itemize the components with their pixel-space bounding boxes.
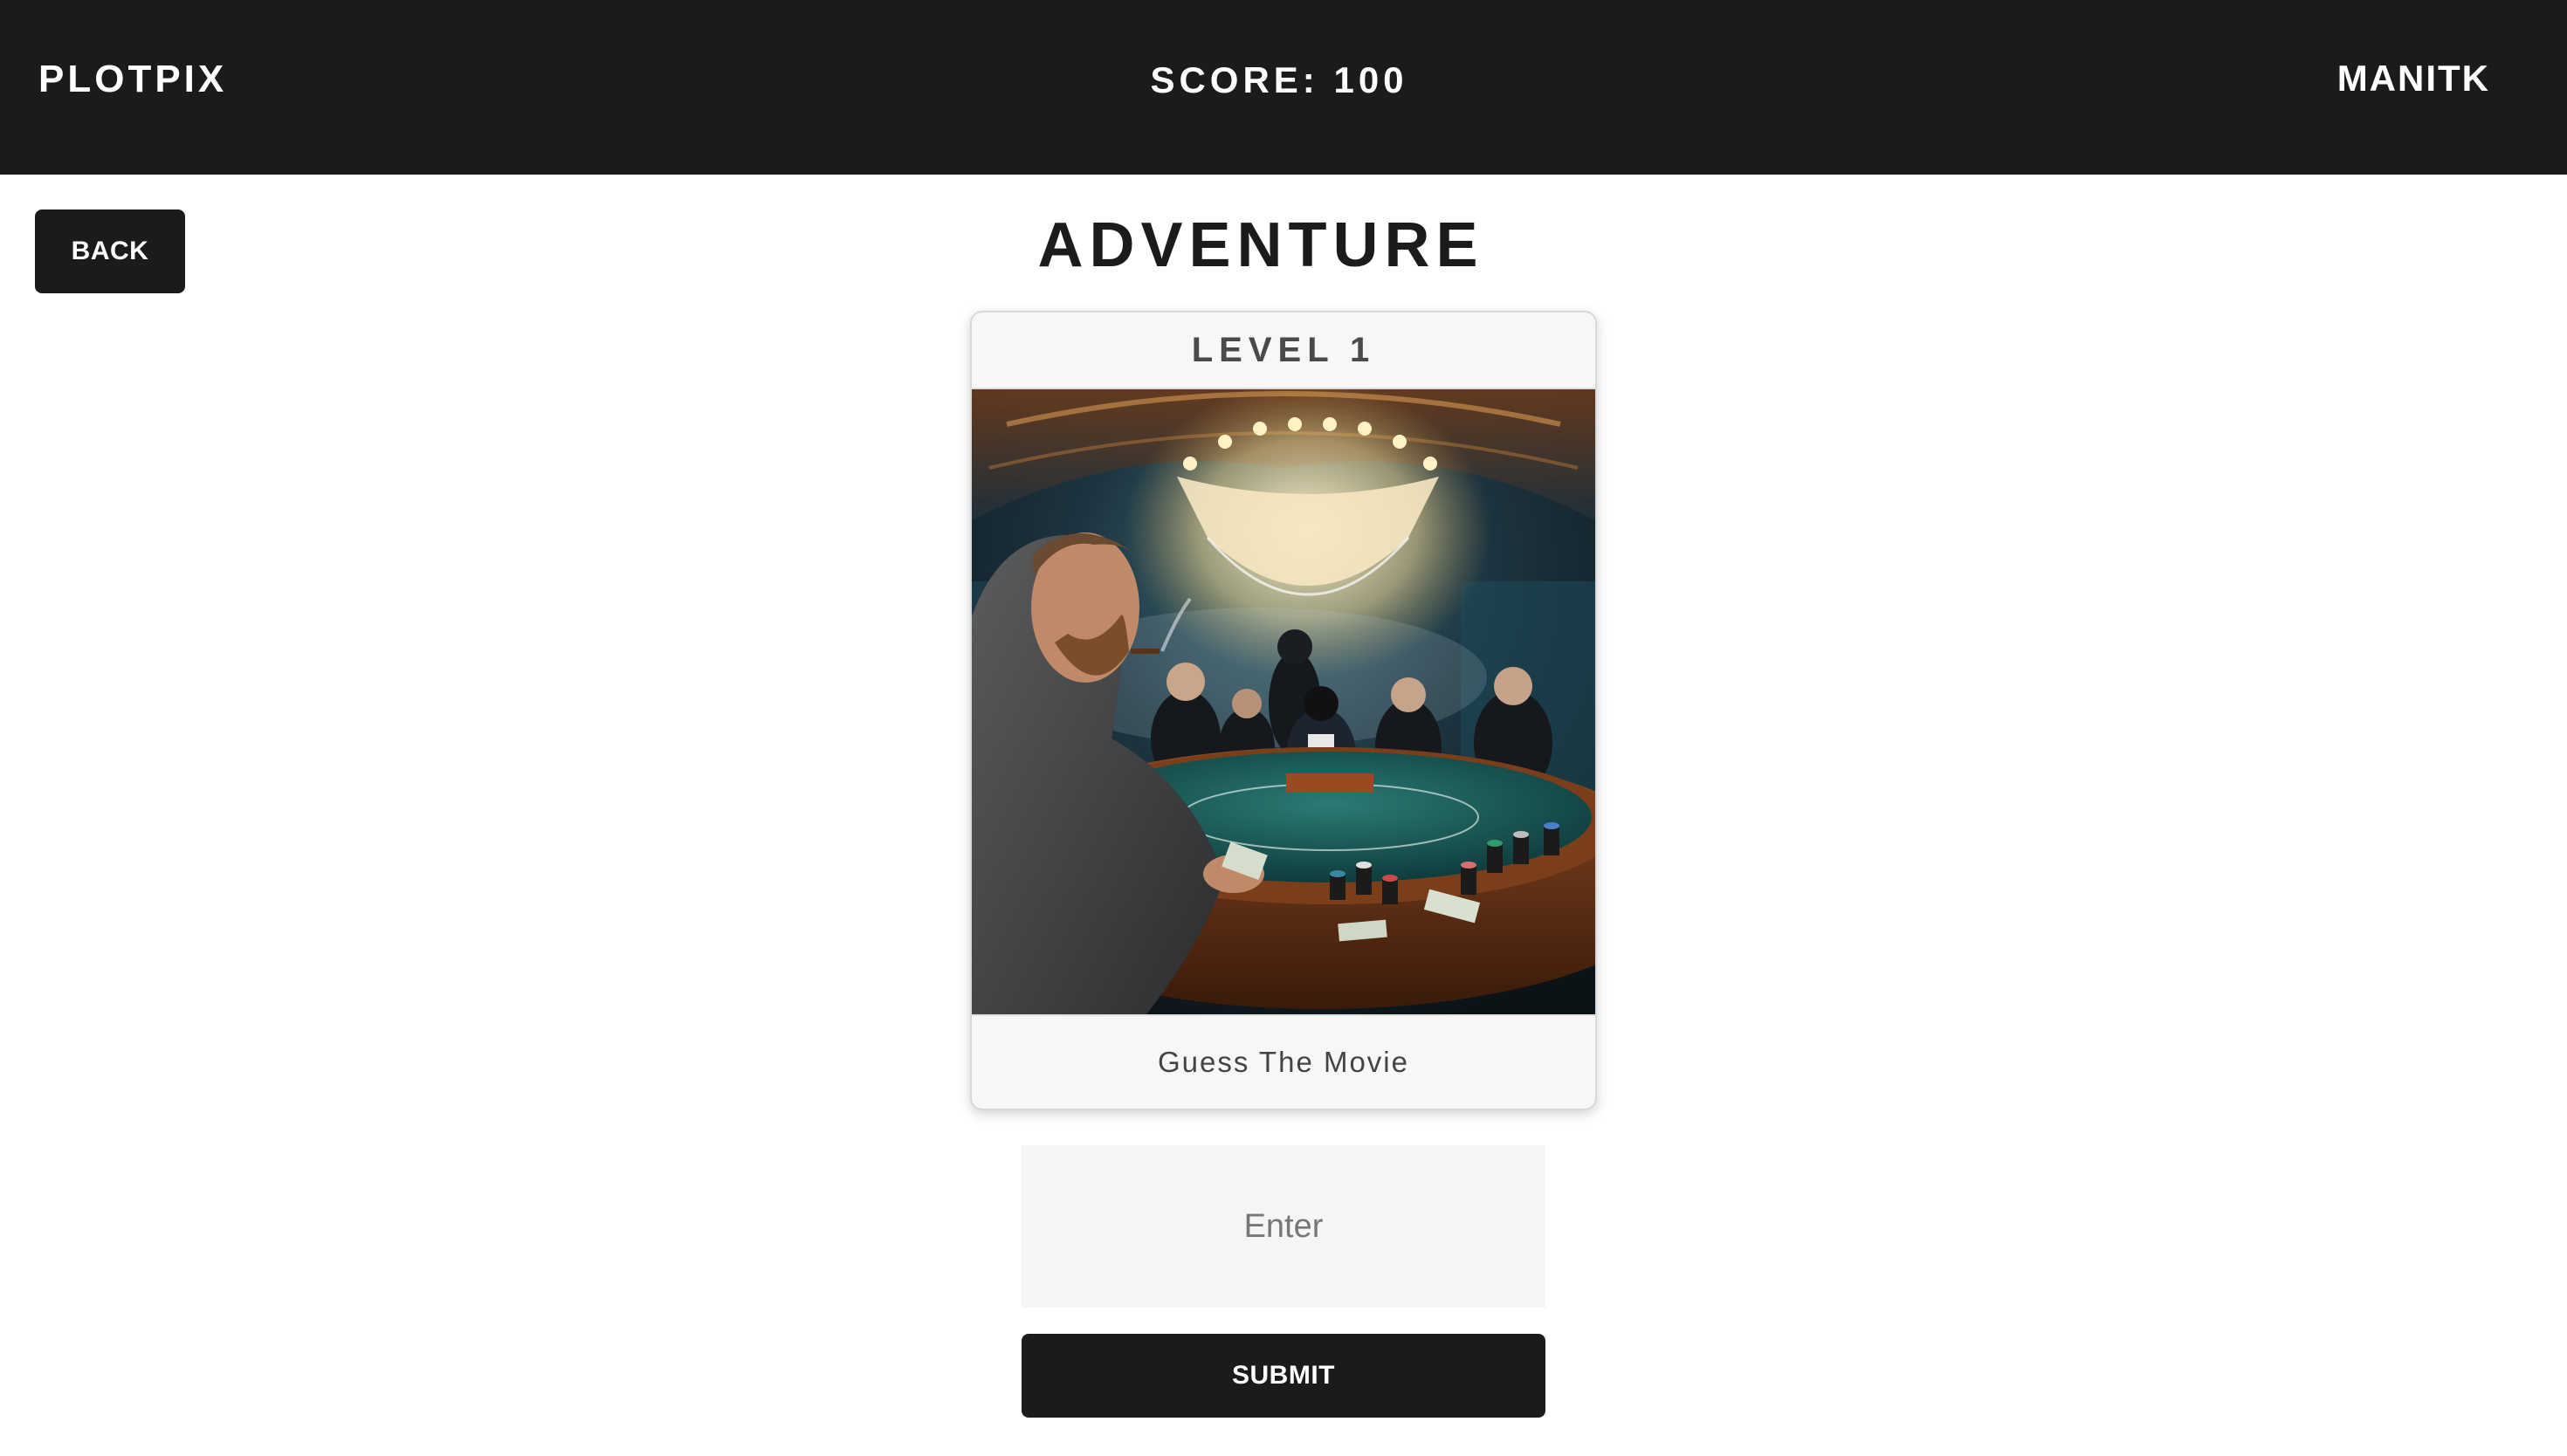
level-label: LEVEL 1 <box>972 312 1595 389</box>
movie-still-image <box>972 389 1595 1014</box>
top-nav-bar: PLOTPIX SCORE: 100 MANITK <box>0 0 2567 175</box>
username-link[interactable]: MANITK <box>2337 58 2490 100</box>
answer-input[interactable] <box>1022 1145 1545 1308</box>
score-text: SCORE: 100 <box>1150 59 1408 100</box>
page-title-text: ADVENTURE <box>1037 210 1484 280</box>
level-prompt: Guess The Movie <box>972 1014 1595 1109</box>
submit-button[interactable]: SUBMIT <box>1022 1334 1545 1418</box>
level-card: LEVEL 1 Guess The Movie <box>970 311 1597 1110</box>
page-title: ADVENTURE <box>0 209 2567 281</box>
score-display: SCORE: 100 <box>0 59 2567 101</box>
